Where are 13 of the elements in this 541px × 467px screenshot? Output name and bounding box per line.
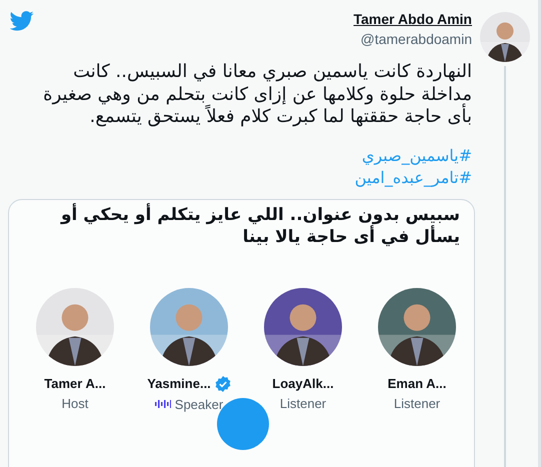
tweet-text: النهاردة كانت ياسمين صبري معانا في السبيس.. كانت مداخلة حلوة وكلامها عن إزاى كانت بتحلم من وهي صغيرة بأى حاجة حققتها لما كبرت كلام فعلاً يستحق يتسمع. <box>42 61 472 128</box>
participant-role: Listener <box>280 396 326 410</box>
participant-role: Speaker <box>174 396 224 412</box>
participant-role: Host <box>62 396 88 410</box>
author-handle: @tamerabdoamin <box>360 31 472 47</box>
participant-name: Eman A... <box>388 376 446 390</box>
participant-role: Listener <box>394 396 440 410</box>
participant-name: Tamer A... <box>44 376 106 390</box>
participant-name: Yasmine... <box>147 376 211 391</box>
bird-icon <box>10 11 34 31</box>
space-title: سبيس بدون عنوان.. اللي عايز يتكلم أو يحكي أو يسأل في أى حاجة يالا بينا <box>59 202 461 248</box>
participant-name: LoayAlk... <box>272 376 334 390</box>
author-name[interactable]: Tamer Abdo Amin <box>354 11 472 27</box>
